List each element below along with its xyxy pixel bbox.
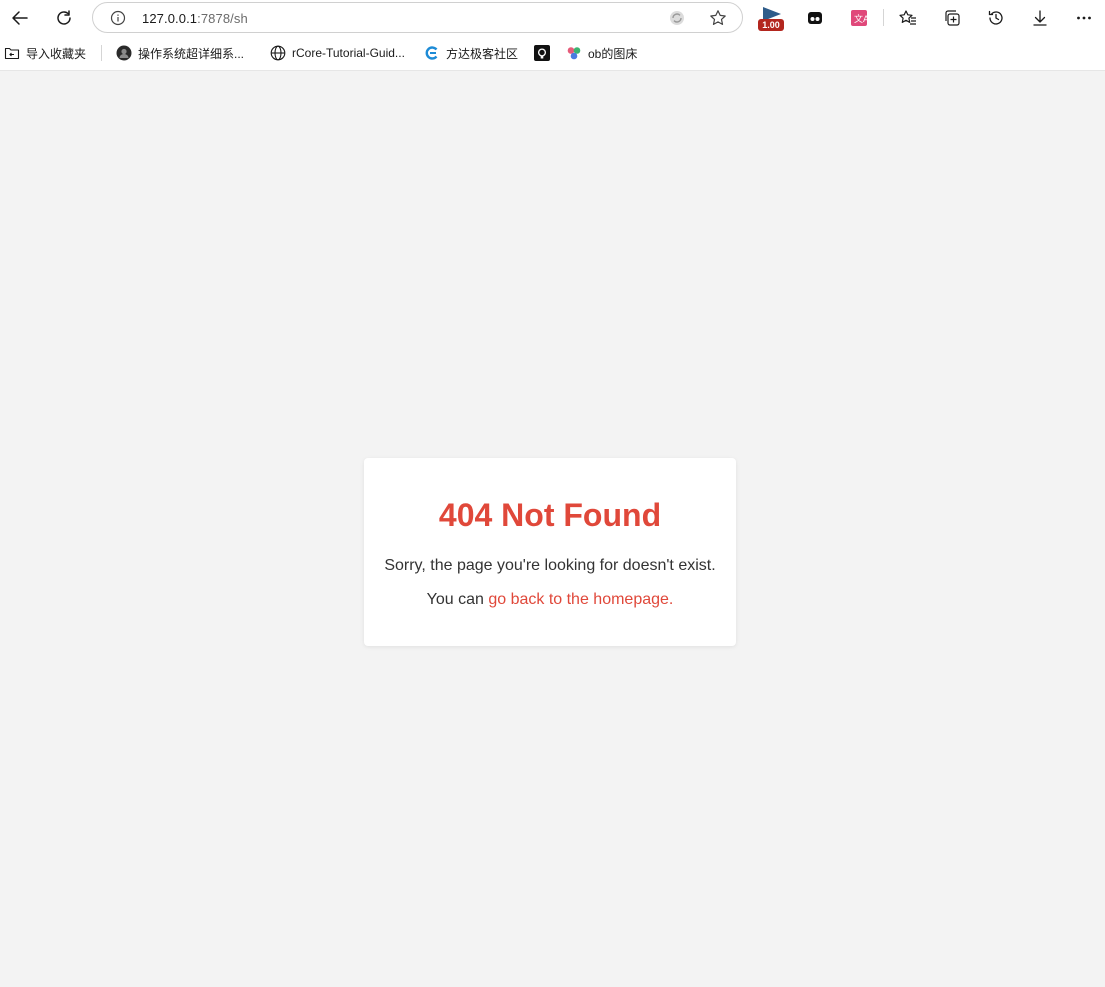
prompt-text: You can <box>426 591 489 608</box>
extension-speed-badge[interactable]: 1.00 <box>758 6 786 32</box>
url-path: :7878/sh <box>197 11 248 26</box>
reload-button[interactable] <box>49 4 79 32</box>
favorites-list-icon <box>899 10 916 25</box>
translate-extension-button[interactable]: 文A <box>844 4 874 32</box>
site-avatar-icon <box>116 45 132 61</box>
favorites-button[interactable] <box>893 4 923 32</box>
site-logo-icon <box>424 45 440 61</box>
address-bar[interactable]: 127.0.0.1:7878/sh <box>92 2 743 33</box>
homepage-prompt: You can go back to the homepage. <box>364 591 736 609</box>
bookmark-label: 操作系统超详细系... <box>138 46 245 61</box>
history-icon <box>988 10 1003 25</box>
collections-button[interactable] <box>937 4 967 32</box>
page-viewport: 404 Not Found Sorry, the page you're loo… <box>0 70 1105 987</box>
bookmark-import-favorites[interactable]: 导入收藏夹 <box>4 43 86 63</box>
url-host: 127.0.0.1 <box>142 11 198 26</box>
settings-menu-button[interactable] <box>1069 4 1099 32</box>
translate-icon: 文A <box>851 10 868 26</box>
github-icon <box>534 45 550 61</box>
svg-text:文A: 文A <box>854 13 868 25</box>
browser-toolbar: 127.0.0.1:7878/sh 1.00 文A <box>0 0 1105 36</box>
toolbar-divider <box>883 9 884 26</box>
bookmark-label: rCore-Tutorial-Guid... <box>292 46 405 60</box>
back-arrow-icon <box>12 11 28 25</box>
site-clover-icon <box>566 45 582 61</box>
site-info-icon[interactable] <box>109 9 127 27</box>
url-text[interactable]: 127.0.0.1:7878/sh <box>142 11 248 26</box>
history-button[interactable] <box>981 4 1011 32</box>
downloads-button[interactable] <box>1025 4 1055 32</box>
extension-glasses-icon <box>808 12 822 24</box>
collections-icon <box>945 10 960 26</box>
not-found-card: 404 Not Found Sorry, the page you're loo… <box>364 458 736 646</box>
bookmark-rcore-tutorial[interactable]: rCore-Tutorial-Guid... <box>270 43 405 63</box>
bookmark-github[interactable] <box>534 43 556 63</box>
refresh-icon <box>57 10 71 25</box>
bookmark-label: 方达极客社区 <box>446 46 519 61</box>
more-horizontal-icon <box>1077 16 1091 20</box>
bookmarks-bar: 导入收藏夹 操作系统超详细系... rCore-Tutorial-Guid...… <box>0 40 1105 66</box>
page-title: 404 Not Found <box>438 497 662 533</box>
back-button[interactable] <box>5 4 35 32</box>
bookmark-label: ob的图床 <box>588 46 638 61</box>
bookmark-geek-community[interactable]: 方达极客社区 <box>424 43 518 63</box>
homepage-link[interactable]: go back to the homepage. <box>488 591 673 608</box>
favorite-star-icon[interactable] <box>707 8 729 28</box>
bookmark-ob-image-host[interactable]: ob的图床 <box>566 43 637 63</box>
bookmarks-divider <box>101 45 102 61</box>
read-aloud-icon[interactable] <box>666 8 688 28</box>
error-message: Sorry, the page you're looking for doesn… <box>384 557 716 574</box>
extension-badge-count: 1.00 <box>758 19 784 31</box>
bookmark-os-tutorial[interactable]: 操作系统超详细系... <box>116 43 244 63</box>
globe-icon <box>270 45 286 61</box>
download-icon <box>1033 10 1047 26</box>
browser-chrome: 127.0.0.1:7878/sh 1.00 文A 导入收藏夹 操作系统超详细系… <box>0 0 1105 70</box>
folder-import-icon <box>4 45 20 61</box>
bookmark-label: 导入收藏夹 <box>26 46 87 61</box>
extension-button[interactable] <box>800 4 830 32</box>
